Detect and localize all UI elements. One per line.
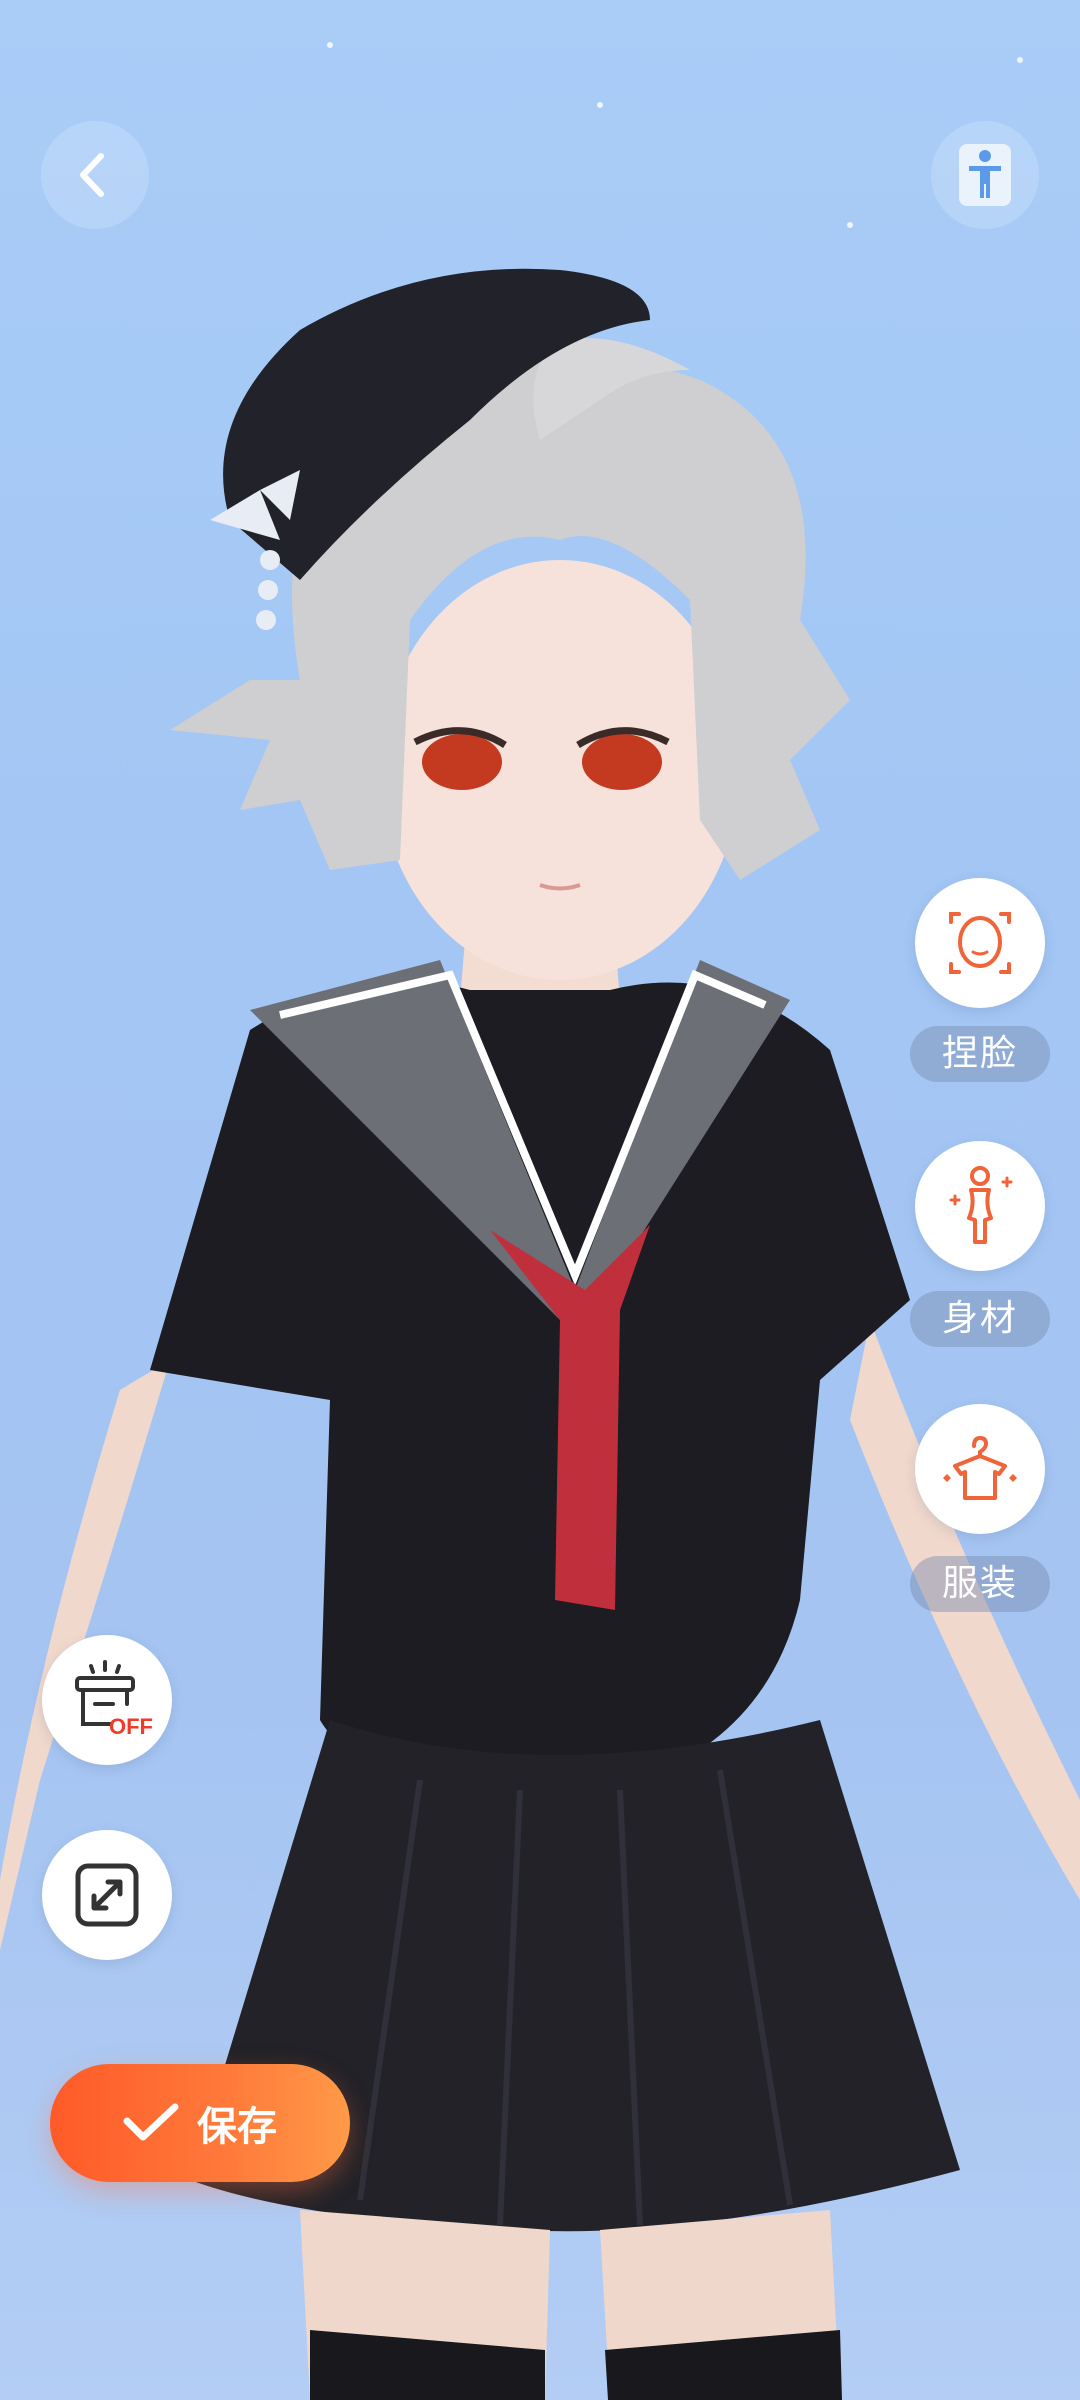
light-toggle-button[interactable]: OFF	[42, 1635, 172, 1765]
save-label: 保存	[197, 2104, 277, 2150]
body-edit-button[interactable]	[915, 1141, 1045, 1271]
clothing-label[interactable]: 服装	[910, 1556, 1050, 1612]
face-edit-button[interactable]	[915, 878, 1045, 1008]
back-button[interactable]	[41, 121, 149, 229]
lamp-off-icon: OFF	[67, 1660, 153, 1740]
expand-icon	[75, 1863, 139, 1927]
pose-button[interactable]	[931, 121, 1039, 229]
avatar-shirt	[150, 981, 910, 1800]
check-icon	[123, 2103, 179, 2141]
avatar-left-eye	[422, 734, 502, 790]
face-shape-icon	[949, 912, 1011, 974]
save-button[interactable]: 保存	[50, 2064, 350, 2182]
body-pose-icon	[959, 144, 1011, 206]
chevron-left-icon	[80, 153, 104, 197]
avatar-right-eye	[582, 734, 662, 790]
fullscreen-button[interactable]	[42, 1830, 172, 1960]
face-edit-label[interactable]: 捏脸	[910, 1026, 1050, 1082]
clothing-button[interactable]	[915, 1404, 1045, 1534]
light-off-badge: OFF	[109, 1714, 153, 1739]
body-edit-label[interactable]: 身材	[910, 1291, 1050, 1347]
clothing-hanger-icon	[943, 1435, 1017, 1500]
body-figure-icon	[949, 1166, 1013, 1244]
